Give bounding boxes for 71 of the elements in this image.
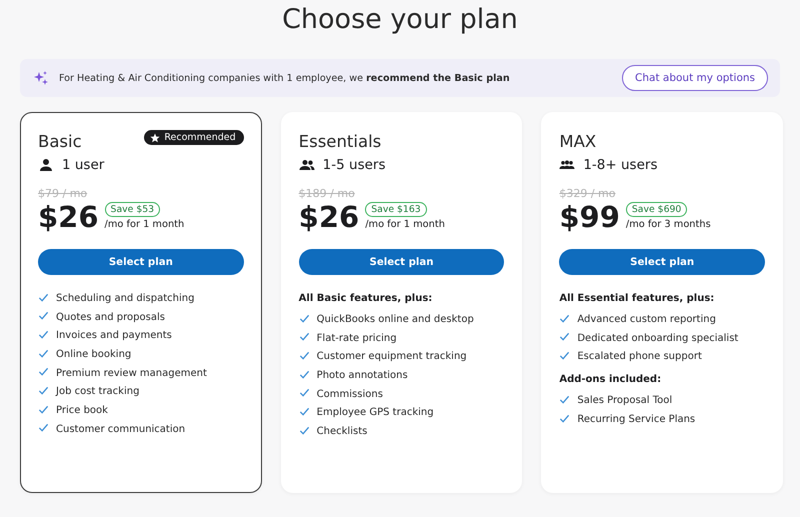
price-term: /mo for 3 months: [626, 219, 711, 230]
feature-text: Escalated phone support: [577, 351, 702, 362]
original-price: $79 / mo: [38, 187, 88, 200]
price-term: /mo for 1 month: [365, 219, 445, 230]
check-icon: [298, 331, 310, 342]
sparkle-icon: [33, 70, 49, 86]
check-icon: [38, 292, 49, 302]
feature-text: QuickBooks online and desktop: [316, 314, 474, 325]
chat-button[interactable]: Chat about my options: [622, 65, 768, 91]
select-plan-button[interactable]: Select plan: [559, 249, 766, 275]
recommended-badge: Recommended: [144, 130, 244, 145]
user-count: 1-5 users: [322, 157, 386, 173]
check-icon: [38, 404, 49, 415]
feature-text: Advanced custom reporting: [577, 314, 716, 325]
feature-text: Employee GPS tracking: [316, 407, 434, 418]
feature-text: Scheduling and dispatching: [56, 293, 194, 304]
savings-badge: Save $163: [365, 202, 427, 217]
users-icon: [38, 157, 54, 173]
feature-text: Quotes and proposals: [56, 312, 165, 323]
feature-text: Sales Proposal Tool: [577, 395, 672, 406]
check-icon: [38, 366, 49, 378]
feature-text: Job cost tracking: [56, 386, 140, 398]
check-icon: [559, 394, 570, 405]
savings-badge: Save $53: [104, 202, 160, 217]
check-icon: [559, 312, 570, 324]
features-heading: All Basic features, plus:: [298, 293, 432, 304]
check-icon: [559, 350, 570, 361]
page-title: Choose your plan: [282, 4, 518, 37]
original-price: $189 / mo: [298, 187, 355, 200]
recommendation-text: For Heating & Air Conditioning companies with 1 employee, we recommend the Basic plan: [59, 72, 511, 84]
select-plan-button[interactable]: Select plan: [298, 249, 504, 275]
plan-price: $26: [38, 201, 99, 233]
feature-text: Dedicated onboarding specialist: [577, 332, 738, 344]
feature-text: Commissions: [316, 388, 383, 400]
user-count: 1 user: [62, 157, 104, 173]
check-icon: [38, 310, 49, 322]
feature-text: Photo annotations: [316, 370, 408, 382]
check-icon: [38, 328, 49, 340]
feature-text: Checklists: [316, 426, 368, 438]
feature-text: Invoices and payments: [56, 330, 172, 342]
check-icon: [298, 406, 310, 417]
original-price: $329 / mo: [559, 187, 616, 200]
features-heading: All Essential features, plus:: [559, 293, 714, 304]
check-icon: [38, 348, 49, 359]
feature-text: Premium review management: [56, 368, 207, 379]
feature-text: Price book: [56, 405, 108, 416]
users-icon: [298, 157, 315, 173]
feature-text: Online booking: [56, 349, 132, 360]
select-plan-button[interactable]: Select plan: [38, 249, 244, 275]
feature-text: Customer equipment tracking: [316, 351, 467, 362]
check-icon: [298, 424, 310, 436]
check-icon: [298, 350, 310, 361]
feature-text: Customer communication: [56, 424, 186, 435]
plan-name: MAX: [559, 132, 596, 151]
savings-badge: Save $690: [626, 202, 688, 217]
check-icon: [298, 312, 310, 324]
check-icon: [559, 331, 570, 342]
check-icon: [298, 387, 310, 398]
features-heading: Add-ons included:: [559, 374, 662, 386]
check-icon: [38, 384, 49, 396]
plan-price: $26: [298, 201, 360, 233]
check-icon: [38, 422, 49, 434]
user-count: 1-8+ users: [583, 157, 658, 173]
check-icon: [298, 368, 310, 380]
plan-name: Essentials: [298, 132, 382, 151]
check-icon: [559, 412, 570, 424]
feature-text: Recurring Service Plans: [577, 414, 696, 426]
plan-name: Basic: [38, 132, 82, 151]
feature-text: Flat-rate pricing: [316, 332, 397, 344]
price-term: /mo for 1 month: [104, 219, 184, 230]
plan-price: $99: [559, 201, 620, 233]
